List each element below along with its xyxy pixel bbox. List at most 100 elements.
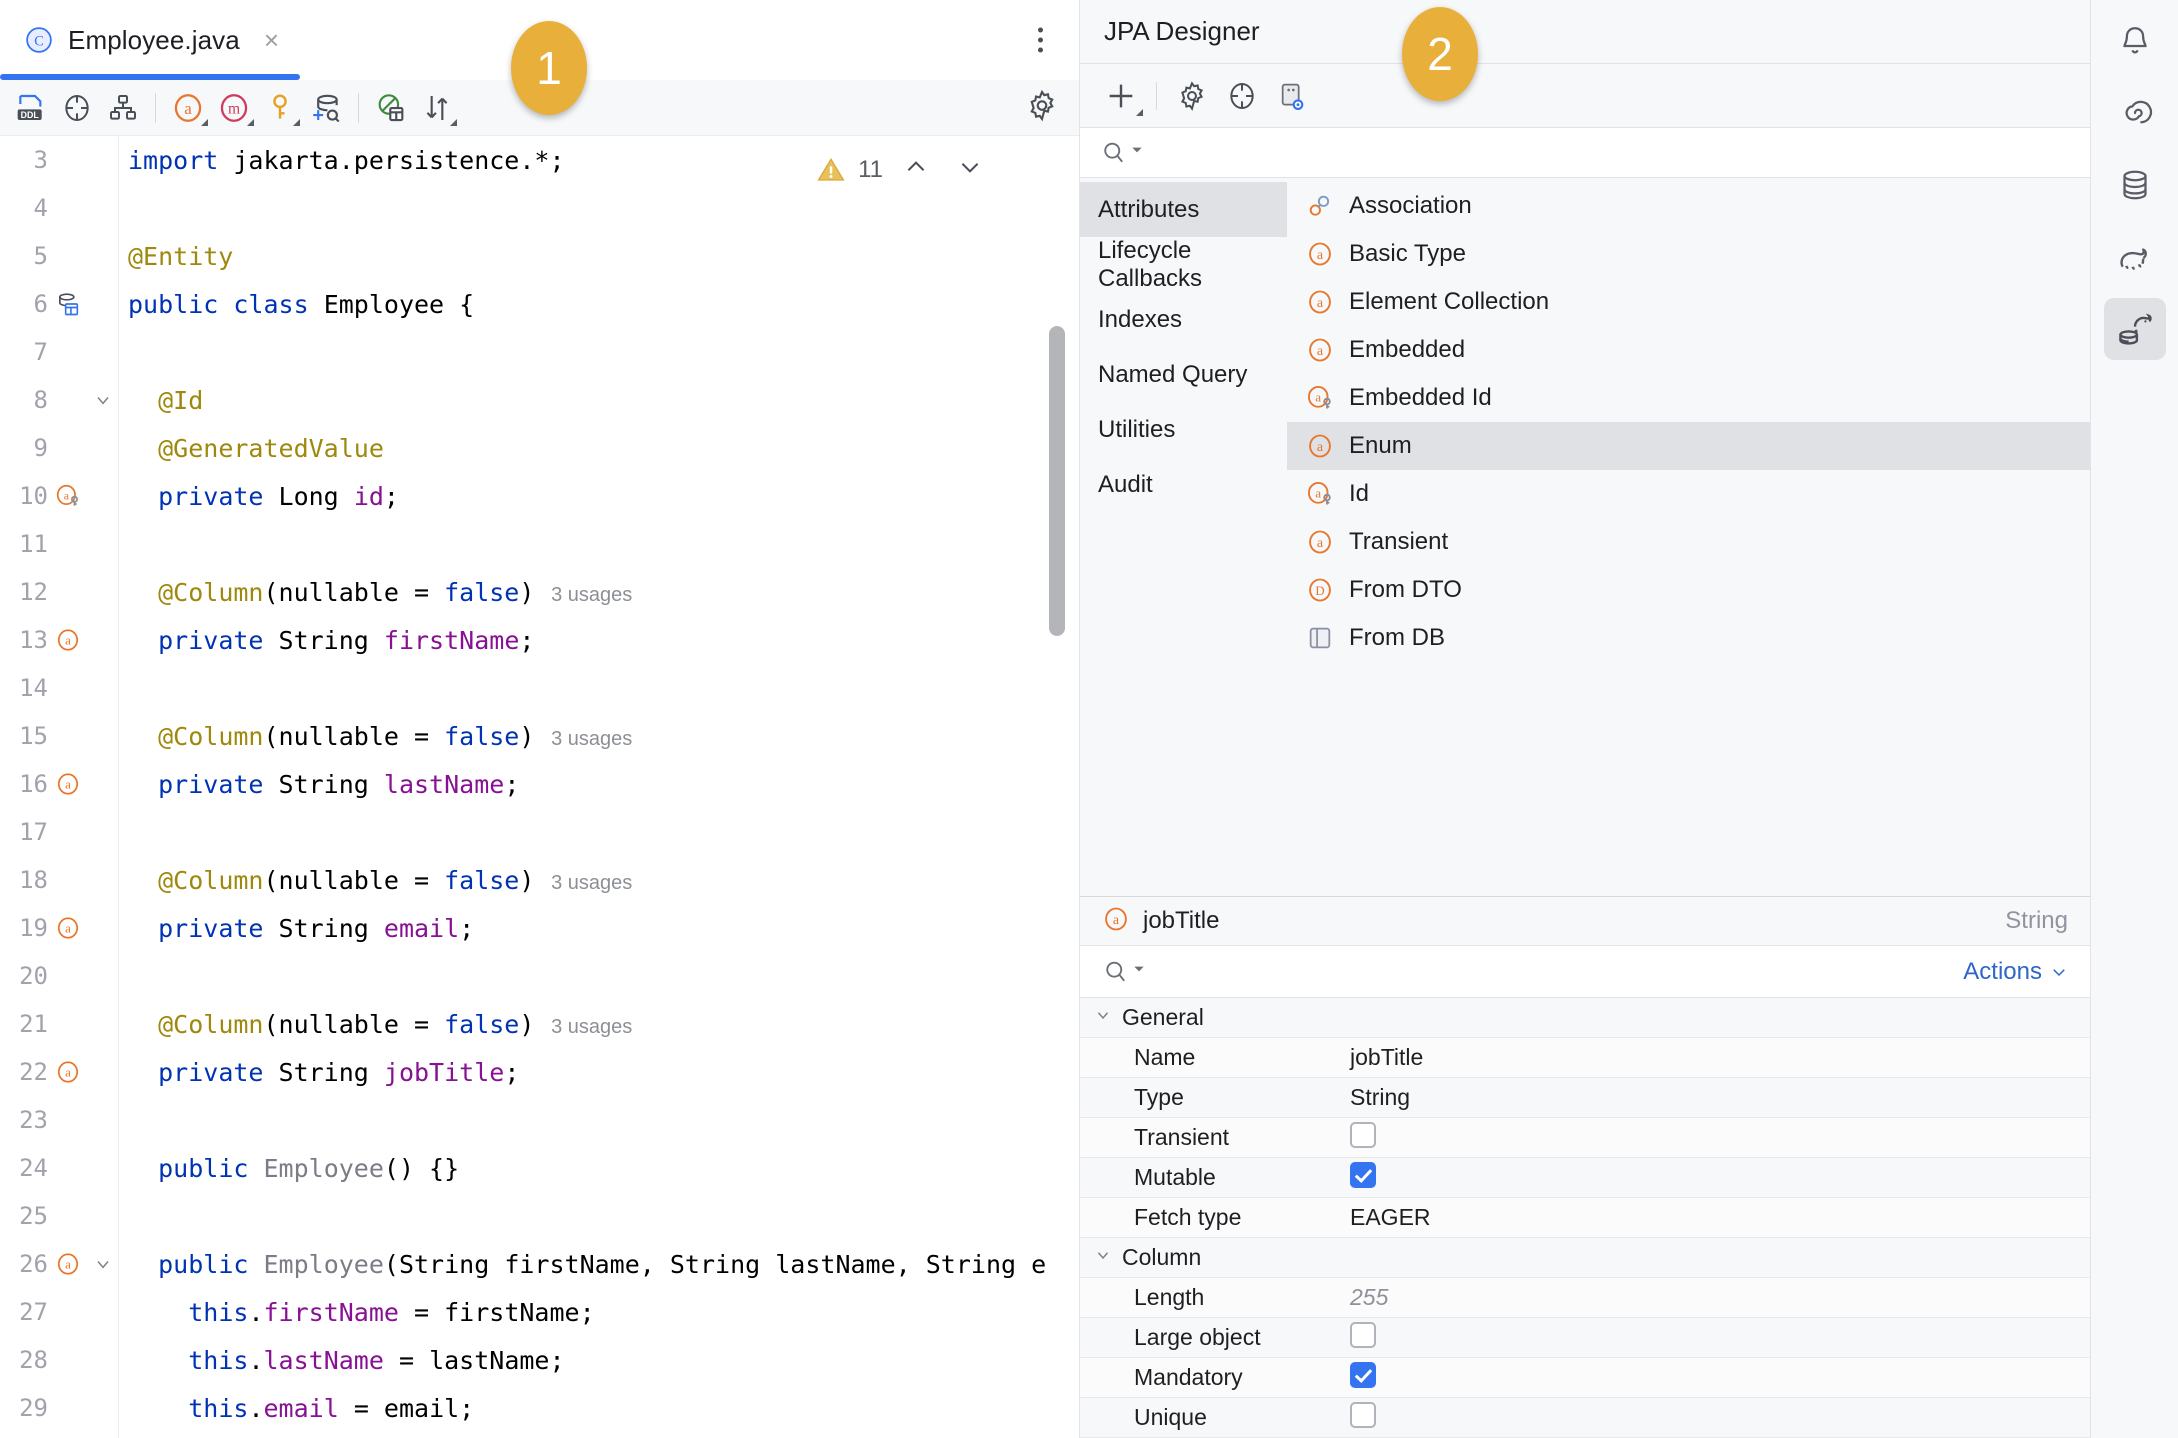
add-attribute-icon[interactable]: a xyxy=(165,85,211,131)
code-line[interactable]: 12 @Column(nullable = false) 3 usages xyxy=(0,568,1079,616)
entity-diagram-icon[interactable] xyxy=(100,85,146,131)
code-line[interactable]: 28 this.lastName = lastName; xyxy=(0,1336,1079,1384)
jpa-item-id[interactable]: a Id xyxy=(1287,470,2090,518)
property-row[interactable]: Large object xyxy=(1080,1318,2090,1358)
jpa-item-element-collection[interactable]: a Element Collection xyxy=(1287,278,2090,326)
add-new-icon[interactable] xyxy=(1096,71,1146,121)
actions-dropdown[interactable]: Actions xyxy=(1963,958,2068,986)
jpa-category-attributes[interactable]: Attributes xyxy=(1080,182,1287,237)
code-line[interactable]: 13 a private String firstName; xyxy=(0,616,1079,664)
property-search-bar[interactable]: Actions xyxy=(1080,946,2090,998)
fold-chevron-icon[interactable] xyxy=(88,1254,118,1274)
jpa-category-indexes[interactable]: Indexes xyxy=(1080,292,1287,347)
property-row[interactable]: Type String xyxy=(1080,1078,2090,1118)
attr-icon[interactable]: a xyxy=(48,1059,88,1085)
collapse-chevron-icon[interactable] xyxy=(1094,1006,1112,1029)
add-id-key-icon[interactable] xyxy=(257,85,303,131)
tab-options-menu-icon[interactable] xyxy=(1030,20,1051,61)
ai-assistant-icon[interactable] xyxy=(2104,82,2166,144)
notifications-bell-icon[interactable] xyxy=(2104,10,2166,72)
code-line[interactable]: 15 @Column(nullable = false) 3 usages xyxy=(0,712,1079,760)
jpa-item-basic-type[interactable]: a Basic Type xyxy=(1287,230,2090,278)
property-checkbox[interactable] xyxy=(1350,1161,2090,1194)
property-checkbox[interactable] xyxy=(1350,1121,2090,1154)
code-line[interactable]: 23 xyxy=(0,1096,1079,1144)
jpa-item-enum[interactable]: a Enum xyxy=(1287,422,2090,470)
code-line[interactable]: 16 a private String lastName; xyxy=(0,760,1079,808)
checkbox-unchecked-icon[interactable] xyxy=(1350,1321,1376,1348)
code-editor[interactable]: 3 import jakarta.persistence.*; 4 5 @Entity 6… xyxy=(0,136,1079,1438)
editor-vertical-scrollbar[interactable] xyxy=(1049,326,1065,636)
next-problem-chevron-icon[interactable] xyxy=(949,150,991,189)
property-row[interactable]: Mandatory xyxy=(1080,1358,2090,1398)
jpa-item-from-db[interactable]: From DB xyxy=(1287,614,2090,662)
code-line[interactable]: 10 a private Long id; xyxy=(0,472,1079,520)
property-value[interactable]: EAGER xyxy=(1350,1204,2090,1231)
jpa-item-association[interactable]: Association xyxy=(1287,182,2090,230)
code-line[interactable]: 9 @GeneratedValue xyxy=(0,424,1079,472)
sync-icon[interactable] xyxy=(414,85,460,131)
jpa-console-icon[interactable] xyxy=(54,85,100,131)
property-row[interactable]: Unique xyxy=(1080,1398,2090,1438)
code-line[interactable]: 20 xyxy=(0,952,1079,1000)
code-line[interactable]: 7 xyxy=(0,328,1079,376)
code-line[interactable]: 29 this.email = email; xyxy=(0,1384,1079,1432)
property-value[interactable]: 255 xyxy=(1350,1284,2090,1311)
id-attr-icon[interactable]: a xyxy=(48,483,88,509)
add-database-entity-icon[interactable] xyxy=(303,85,349,131)
property-row[interactable]: Mutable xyxy=(1080,1158,2090,1198)
jpa-mapping-icon[interactable] xyxy=(368,85,414,131)
property-search-caret-icon[interactable] xyxy=(1132,962,1146,981)
property-checkbox[interactable] xyxy=(1350,1361,2090,1394)
jpa-console-icon[interactable] xyxy=(1217,71,1267,121)
code-line[interactable]: 25 xyxy=(0,1192,1079,1240)
jpa-designer-icon[interactable] xyxy=(2103,298,2166,360)
jpa-category-named-query[interactable]: Named Query xyxy=(1080,347,1287,402)
property-group-general[interactable]: General xyxy=(1080,998,2090,1038)
jpa-item-transient[interactable]: a Transient xyxy=(1287,518,2090,566)
table-icon[interactable] xyxy=(48,290,88,318)
code-line[interactable]: 27 this.firstName = firstName; xyxy=(0,1288,1079,1336)
show-diagram-icon[interactable] xyxy=(1267,71,1317,121)
jpa-search-bar[interactable] xyxy=(1080,128,2090,178)
property-value[interactable]: String xyxy=(1350,1084,2090,1111)
code-line[interactable]: 18 @Column(nullable = false) 3 usages xyxy=(0,856,1079,904)
jpa-category-utilities[interactable]: Utilities xyxy=(1080,402,1287,457)
add-method-icon[interactable]: m xyxy=(211,85,257,131)
attr-icon[interactable]: a xyxy=(48,1251,88,1277)
checkbox-unchecked-icon[interactable] xyxy=(1350,1121,1376,1148)
code-line[interactable]: 5 @Entity xyxy=(0,232,1079,280)
fold-chevron-icon[interactable] xyxy=(88,390,118,410)
close-tab-icon[interactable]: × xyxy=(264,27,279,53)
checkbox-unchecked-icon[interactable] xyxy=(1350,1401,1376,1428)
jpa-category-lifecycle-callbacks[interactable]: Lifecycle Callbacks xyxy=(1080,237,1287,292)
elephant-postgres-icon[interactable] xyxy=(2104,226,2166,288)
attr-icon[interactable]: a xyxy=(48,627,88,653)
code-line[interactable]: 17 xyxy=(0,808,1079,856)
editor-settings-gear-icon[interactable] xyxy=(1025,88,1059,127)
generate-ddl-icon[interactable]: DDL xyxy=(8,85,54,131)
search-dropdown-caret-icon[interactable] xyxy=(1130,143,1144,162)
code-line[interactable]: 19 a private String email; xyxy=(0,904,1079,952)
code-line[interactable]: 24 public Employee() {} xyxy=(0,1144,1079,1192)
jpa-item-embedded[interactable]: a Embedded xyxy=(1287,326,2090,374)
property-group-column[interactable]: Column xyxy=(1080,1238,2090,1278)
code-line[interactable]: 8 @Id xyxy=(0,376,1079,424)
code-line[interactable]: 21 @Column(nullable = false) 3 usages xyxy=(0,1000,1079,1048)
property-checkbox[interactable] xyxy=(1350,1401,2090,1434)
attr-icon[interactable]: a xyxy=(48,915,88,941)
jpa-category-audit[interactable]: Audit xyxy=(1080,457,1287,512)
previous-problem-chevron-icon[interactable] xyxy=(895,150,937,189)
jpa-item-from-dto[interactable]: D From DTO xyxy=(1287,566,2090,614)
jpa-item-embedded-id[interactable]: a Embedded Id xyxy=(1287,374,2090,422)
editor-tab-employee-java[interactable]: C Employee.java × xyxy=(0,0,301,80)
code-line[interactable]: 14 xyxy=(0,664,1079,712)
code-line[interactable]: 22 a private String jobTitle; xyxy=(0,1048,1079,1096)
property-row[interactable]: Length 255 xyxy=(1080,1278,2090,1318)
database-icon[interactable] xyxy=(2104,154,2166,216)
collapse-chevron-icon[interactable] xyxy=(1094,1246,1112,1269)
checkbox-checked-icon[interactable] xyxy=(1350,1361,1376,1388)
property-row[interactable]: Fetch type EAGER xyxy=(1080,1198,2090,1238)
code-line[interactable]: 11 xyxy=(0,520,1079,568)
code-line[interactable]: 6 public class Employee { xyxy=(0,280,1079,328)
